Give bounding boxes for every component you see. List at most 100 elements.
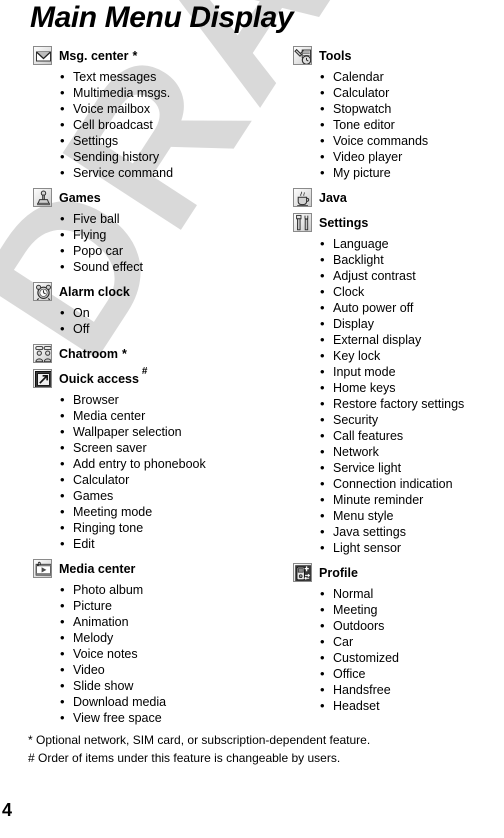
menu-item-list: Five ballFlyingPopo carSound effect bbox=[33, 211, 278, 275]
menu-item[interactable]: External display bbox=[320, 332, 504, 348]
menu-item[interactable]: Text messages bbox=[60, 69, 278, 85]
menu-item[interactable]: Light sensor bbox=[320, 540, 504, 556]
page-title: Main Menu Display bbox=[30, 1, 294, 34]
menu-item[interactable]: Call features bbox=[320, 428, 504, 444]
menu-item[interactable]: My picture bbox=[320, 165, 504, 181]
menu-item-list: LanguageBacklightAdjust contrastClockAut… bbox=[293, 236, 504, 556]
menu-group-media-center: Media center Photo albumPictureAnimationM… bbox=[33, 559, 278, 726]
menu-item[interactable]: Games bbox=[60, 488, 278, 504]
menu-item[interactable]: View free space bbox=[60, 710, 278, 726]
menu-item[interactable]: Photo album bbox=[60, 582, 278, 598]
menu-item[interactable]: Wallpaper selection bbox=[60, 424, 278, 440]
menu-item[interactable]: Meeting mode bbox=[60, 504, 278, 520]
menu-item[interactable]: Cell broadcast bbox=[60, 117, 278, 133]
menu-item[interactable]: Calendar bbox=[320, 69, 504, 85]
menu-item[interactable]: Popo car bbox=[60, 243, 278, 259]
menu-group-msg-center: Msg. center*Text messagesMultimedia msgs… bbox=[33, 46, 278, 181]
menu-item[interactable]: Slide show bbox=[60, 678, 278, 694]
media-center-icon bbox=[33, 559, 52, 578]
menu-item[interactable]: Restore factory settings bbox=[320, 396, 504, 412]
menu-group-header[interactable]: Ouick access # bbox=[33, 367, 278, 391]
menu-item[interactable]: Media center bbox=[60, 408, 278, 424]
menu-item[interactable]: Voice commands bbox=[320, 133, 504, 149]
menu-item[interactable]: Headset bbox=[320, 698, 504, 714]
menu-group-header[interactable]: Chatroom * bbox=[33, 344, 278, 366]
menu-item[interactable]: Service light bbox=[320, 460, 504, 476]
menu-item[interactable]: Voice notes bbox=[60, 646, 278, 662]
menu-group-header[interactable]: Alarm clock bbox=[33, 282, 278, 304]
alarm-clock-icon bbox=[33, 282, 52, 301]
menu-item[interactable]: Calculator bbox=[320, 85, 504, 101]
menu-item[interactable]: Meeting bbox=[320, 602, 504, 618]
page-number: 4 bbox=[2, 800, 13, 820]
menu-item[interactable]: Download media bbox=[60, 694, 278, 710]
menu-group-header[interactable]: Games bbox=[33, 188, 278, 210]
menu-item[interactable]: Input mode bbox=[320, 364, 504, 380]
menu-item[interactable]: Office bbox=[320, 666, 504, 682]
menu-item[interactable]: Language bbox=[320, 236, 504, 252]
joystick-icon bbox=[33, 188, 52, 207]
menu-item[interactable]: Off bbox=[60, 321, 278, 337]
menu-group-settings: Settings LanguageBacklightAdjust contrast… bbox=[293, 213, 504, 556]
menu-item[interactable]: Melody bbox=[60, 630, 278, 646]
menu-group-alarm-clock: Alarm clock OnOff bbox=[33, 282, 278, 337]
menu-item[interactable]: Stopwatch bbox=[320, 101, 504, 117]
menu-item[interactable]: Auto power off bbox=[320, 300, 504, 316]
menu-group-header[interactable]: Java bbox=[293, 188, 504, 210]
menu-item[interactable]: Voice mailbox bbox=[60, 101, 278, 117]
menu-item[interactable]: Picture bbox=[60, 598, 278, 614]
menu-item[interactable]: Adjust contrast bbox=[320, 268, 504, 284]
menu-item[interactable]: Edit bbox=[60, 536, 278, 552]
menu-group-header[interactable]: Media center bbox=[33, 559, 278, 581]
menu-item[interactable]: Connection indication bbox=[320, 476, 504, 492]
menu-item[interactable]: Backlight bbox=[320, 252, 504, 268]
menu-item[interactable]: Menu style bbox=[320, 508, 504, 524]
menu-group-header[interactable]: Profile bbox=[293, 563, 504, 585]
menu-item[interactable]: Java settings bbox=[320, 524, 504, 540]
menu-item[interactable]: Service command bbox=[60, 165, 278, 181]
menu-item[interactable]: Outdoors bbox=[320, 618, 504, 634]
menu-item[interactable]: Flying bbox=[60, 227, 278, 243]
menu-group-header[interactable]: Msg. center * bbox=[33, 46, 278, 68]
menu-item[interactable]: Browser bbox=[60, 392, 278, 408]
menu-item[interactable]: Security bbox=[320, 412, 504, 428]
menu-item[interactable]: Add entry to phonebook bbox=[60, 456, 278, 472]
menu-item-list: NormalMeetingOutdoorsCarCustomizedOffice… bbox=[293, 586, 504, 714]
menu-item[interactable]: Multimedia msgs. bbox=[60, 85, 278, 101]
menu-item[interactable]: Normal bbox=[320, 586, 504, 602]
menu-item[interactable]: Minute reminder bbox=[320, 492, 504, 508]
menu-item[interactable]: Display bbox=[320, 316, 504, 332]
menu-item[interactable]: Key lock bbox=[320, 348, 504, 364]
menu-item[interactable]: Customized bbox=[320, 650, 504, 666]
menu-item[interactable]: Home keys bbox=[320, 380, 504, 396]
menu-item[interactable]: Tone editor bbox=[320, 117, 504, 133]
chatroom-people-icon bbox=[33, 344, 52, 363]
menu-group-title: Games bbox=[59, 191, 101, 205]
menu-item[interactable]: Ringing tone bbox=[60, 520, 278, 536]
tools-icon bbox=[293, 46, 312, 65]
menu-item[interactable]: Five ball bbox=[60, 211, 278, 227]
menu-item[interactable]: Sound effect bbox=[60, 259, 278, 275]
menu-item[interactable]: Clock bbox=[320, 284, 504, 300]
footnote-marker: * bbox=[122, 347, 127, 361]
menu-item[interactable]: On bbox=[60, 305, 278, 321]
menu-item[interactable]: Handsfree bbox=[320, 682, 504, 698]
menu-item[interactable]: Video bbox=[60, 662, 278, 678]
menu-group-header[interactable]: Settings bbox=[293, 213, 504, 235]
menu-item[interactable]: Screen saver bbox=[60, 440, 278, 456]
menu-item[interactable]: Animation bbox=[60, 614, 278, 630]
menu-group-chatroom: Chatroom * bbox=[33, 344, 278, 366]
menu-item[interactable]: Video player bbox=[320, 149, 504, 165]
envelope-icon bbox=[33, 46, 52, 65]
menu-group-title: Tools bbox=[319, 49, 352, 63]
menu-item[interactable]: Network bbox=[320, 444, 504, 460]
manual-page: DRAFT Main Menu Display Msg. center*Text… bbox=[0, 0, 504, 838]
footnote-marker: * bbox=[132, 49, 138, 63]
menu-item[interactable]: Settings bbox=[60, 133, 278, 149]
menu-item[interactable]: Car bbox=[320, 634, 504, 650]
quick-access-arrow-icon bbox=[33, 369, 52, 388]
menu-item[interactable]: Calculator bbox=[60, 472, 278, 488]
menu-item[interactable]: Sending history bbox=[60, 149, 278, 165]
menu-group-ouick-access: Ouick access#BrowserMedia centerWallpape… bbox=[33, 367, 278, 552]
menu-group-header[interactable]: Tools bbox=[293, 46, 504, 68]
